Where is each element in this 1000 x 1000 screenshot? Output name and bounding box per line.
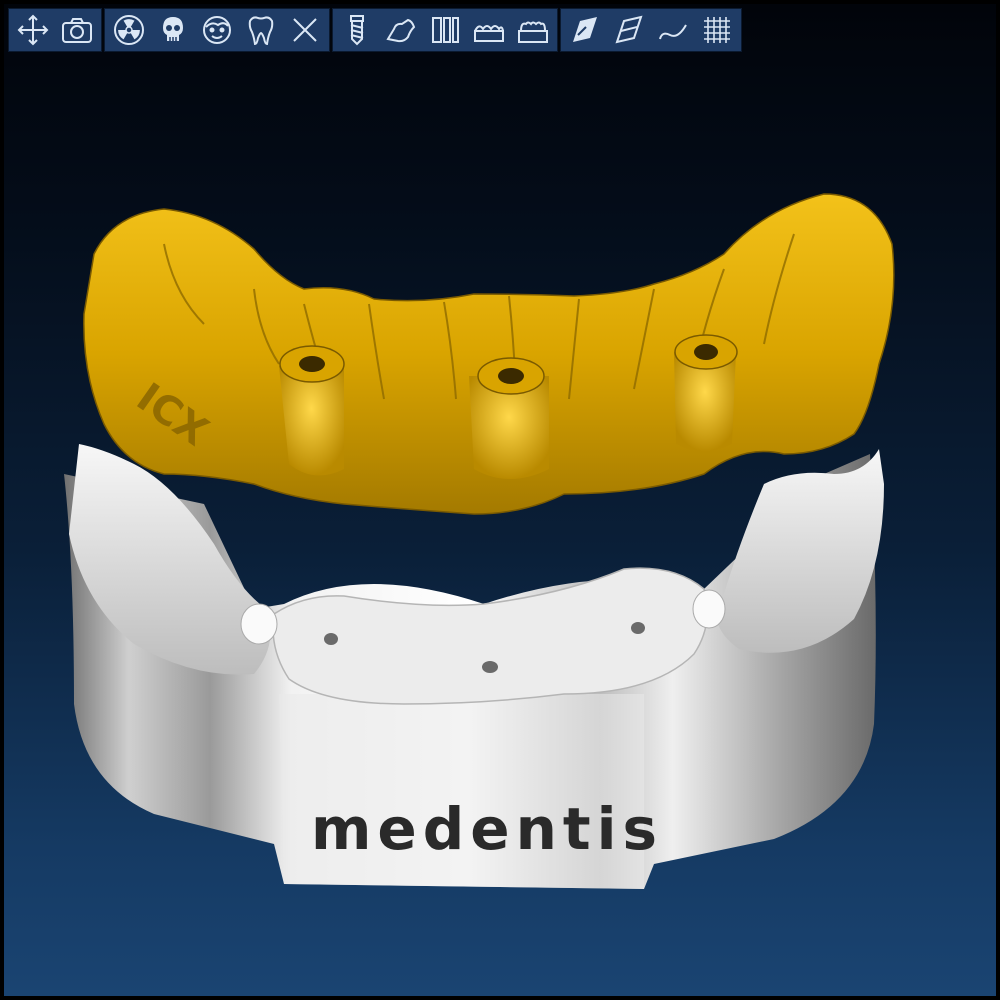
toolbar-group-objects (104, 8, 330, 52)
slice-plane-button[interactable] (563, 9, 607, 51)
face-icon (203, 16, 231, 44)
teeth-model-icon (518, 21, 548, 43)
implant-pair-button[interactable] (423, 9, 467, 51)
base-engraving: medentis (311, 795, 663, 863)
screenshot-button[interactable] (55, 9, 99, 51)
model-implant-hole (324, 633, 338, 645)
bone-icon (386, 18, 416, 43)
plane-icon (615, 15, 643, 44)
main-toolbar (8, 8, 742, 52)
gum-model-button[interactable] (467, 9, 511, 51)
close-x-icon (293, 18, 317, 42)
grid-button[interactable] (695, 9, 739, 51)
toolbar-group-view (8, 8, 102, 52)
pan-tool-button[interactable] (11, 9, 55, 51)
grid-icon (704, 17, 730, 43)
tooth-button[interactable] (239, 9, 283, 51)
3d-viewport[interactable]: medentis ICX (4, 4, 996, 996)
curve-icon (659, 24, 687, 40)
surgical-guide[interactable]: ICX (83, 193, 895, 515)
toolbar-group-dental-tools (332, 8, 558, 52)
tooth-icon (248, 16, 274, 46)
scene-canvas[interactable]: medentis ICX (4, 4, 996, 996)
implant-screw-icon (350, 15, 364, 46)
pan-icon (17, 14, 49, 46)
skull-button[interactable] (151, 9, 195, 51)
model-implant-hole (631, 622, 645, 634)
implant-pair-icon (432, 17, 459, 43)
guide-sleeve-center (469, 357, 549, 479)
model-implant-hole (482, 661, 498, 673)
curve-button[interactable] (651, 9, 695, 51)
plane-button[interactable] (607, 9, 651, 51)
gum-model-icon (474, 25, 504, 42)
model-analog-left (240, 603, 278, 645)
slice-plane-icon (573, 17, 597, 42)
xray-button[interactable] (107, 9, 151, 51)
guide-sleeve-right (674, 334, 738, 452)
face-button[interactable] (195, 9, 239, 51)
radiation-icon (114, 15, 144, 45)
guide-sleeve-left (279, 345, 345, 476)
close-object-button[interactable] (283, 9, 327, 51)
toolbar-group-view-tools (560, 8, 742, 52)
bone-button[interactable] (379, 9, 423, 51)
implant-button[interactable] (335, 9, 379, 51)
model-analog-right (692, 589, 726, 629)
camera-icon (62, 18, 92, 43)
teeth-model-button[interactable] (511, 9, 555, 51)
skull-icon (163, 17, 183, 41)
